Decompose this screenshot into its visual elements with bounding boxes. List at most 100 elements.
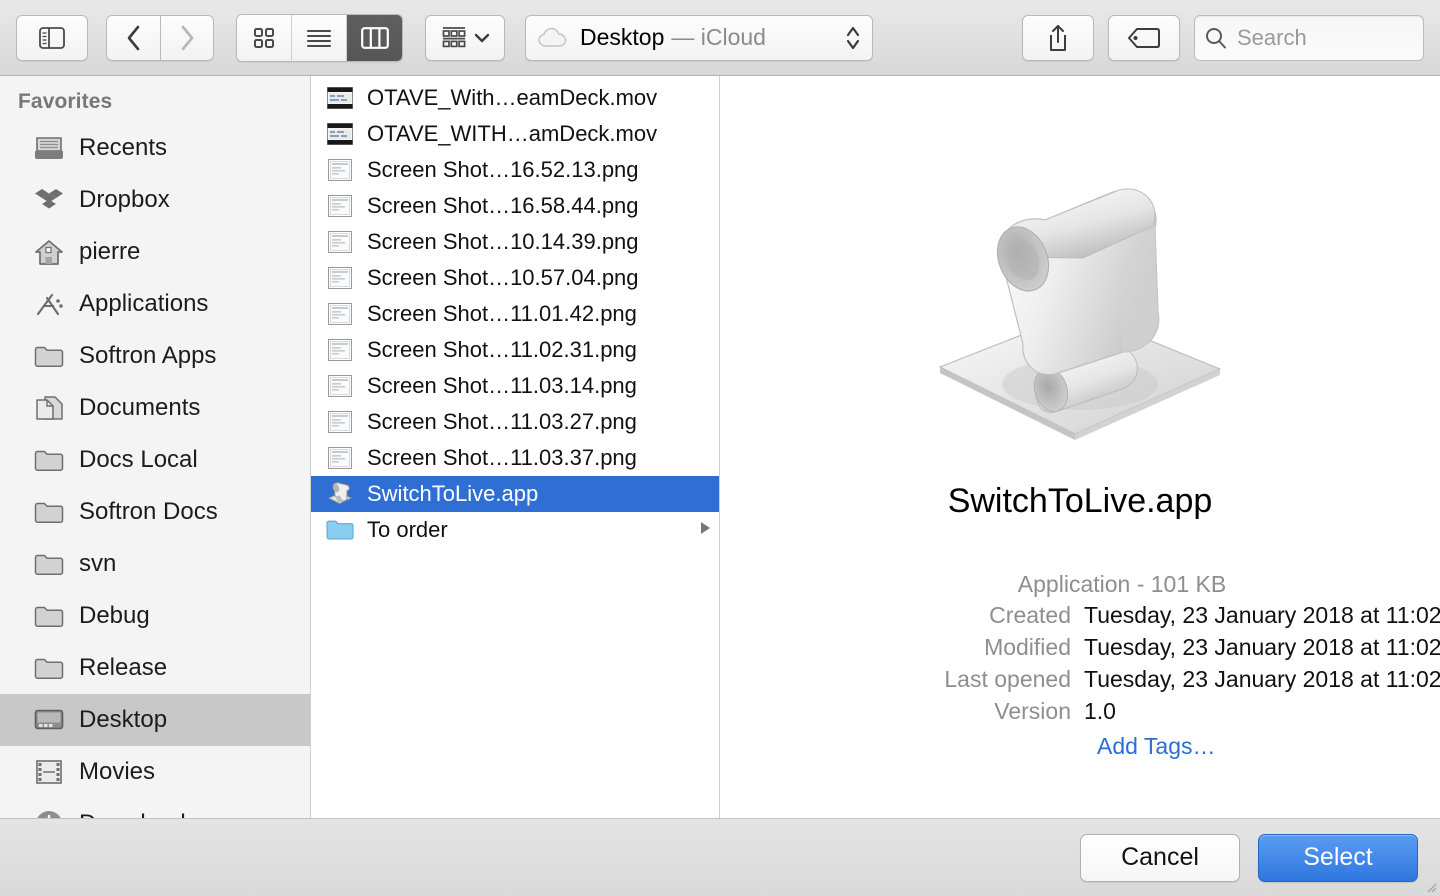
dropbox-icon — [32, 187, 66, 213]
metadata-value: Tuesday, 23 January 2018 at 11:02 — [1084, 602, 1440, 628]
location-popup-button[interactable]: Desktop — iCloud — [525, 14, 873, 61]
preview-pane: SwitchToLive.app Application - 101 KB Cr… — [720, 76, 1440, 818]
file-list-item-name: Screen Shot…11.03.14.png — [367, 373, 637, 398]
file-list-item[interactable]: Screen Shot…10.14.39.png — [311, 224, 719, 260]
file-list-item[interactable]: Screen Shot…11.03.37.png — [311, 440, 719, 476]
dialog-button-bar: Cancel Select — [0, 818, 1440, 896]
sidebar: Favorites Recents Dropbox pierre Applicatio… — [0, 76, 311, 818]
sidebar-item-svn[interactable]: svn — [0, 538, 310, 590]
applescript-applet-icon-large — [938, 188, 1222, 440]
window-body: Favorites Recents Dropbox pierre Applicatio… — [0, 76, 1440, 818]
metadata-row: Last opened Tuesday, 23 January 2018 at 1… — [744, 666, 1440, 693]
applications-icon — [32, 291, 66, 318]
movies-icon — [32, 759, 66, 785]
sidebar-item-release[interactable]: Release — [0, 642, 310, 694]
columns-icon — [360, 26, 389, 49]
sidebar-item-softron-apps[interactable]: Softron Apps — [0, 330, 310, 382]
file-list-item[interactable]: Screen Shot…10.57.04.png — [311, 260, 719, 296]
metadata-key: Created — [989, 602, 1071, 628]
file-list-item-name: Screen Shot…10.57.04.png — [367, 265, 639, 290]
metadata-key: Version — [994, 698, 1071, 724]
applescript-applet-icon — [325, 481, 355, 507]
share-button[interactable] — [1022, 14, 1094, 61]
view-mode-list-button[interactable] — [292, 14, 347, 61]
sidebar-item-label: Docs Local — [79, 446, 198, 473]
folder-icon — [32, 344, 66, 368]
add-tags-link[interactable]: Add Tags… — [1097, 733, 1416, 760]
icloud-cloud-icon — [538, 27, 567, 47]
sidebar-item-documents[interactable]: Documents — [0, 382, 310, 434]
file-list-item[interactable]: Screen Shot…16.58.44.png — [311, 188, 719, 224]
sidebar-item-softron-docs[interactable]: Softron Docs — [0, 486, 310, 538]
search-field[interactable] — [1194, 14, 1424, 61]
recents-icon — [32, 135, 66, 161]
metadata-row: Modified Tuesday, 23 January 2018 at 11:0… — [744, 634, 1440, 661]
file-list-item[interactable]: Screen Shot…11.02.31.png — [311, 332, 719, 368]
sidebar-item-debug[interactable]: Debug — [0, 590, 310, 642]
toolbar-right-group — [1022, 14, 1424, 61]
downloads-icon — [32, 809, 66, 818]
sidebar-item-movies[interactable]: Movies — [0, 746, 310, 798]
sidebar-item-recents[interactable]: Recents — [0, 122, 310, 174]
file-list-item[interactable]: OTAVE_WITH…amDeck.mov — [311, 116, 719, 152]
cancel-button[interactable]: Cancel — [1080, 833, 1240, 882]
sidebar-item-label: svn — [79, 550, 117, 577]
documents-icon — [32, 395, 66, 421]
preview-kind-and-size: Application - 101 KB — [1017, 571, 1227, 597]
preview-metadata-rows: Created Tuesday, 23 January 2018 at 11:02… — [744, 602, 1440, 725]
grid-icon — [254, 27, 274, 48]
search-input[interactable] — [1237, 24, 1397, 51]
file-list-item-name: SwitchToLive.app — [367, 481, 539, 506]
sidebar-item-applications[interactable]: Applications — [0, 278, 310, 330]
preview-metadata: Application - 101 KB Created Tuesday, 23 … — [720, 571, 1440, 760]
select-button[interactable]: Select — [1258, 833, 1418, 882]
file-list-item[interactable]: SwitchToLive.app — [311, 476, 719, 512]
file-list-item[interactable]: OTAVE_With…eamDeck.mov — [311, 80, 719, 116]
search-icon — [1206, 27, 1226, 48]
sidebar-item-label: Release — [79, 654, 168, 681]
tags-button[interactable] — [1108, 14, 1180, 61]
view-mode-column-button[interactable] — [347, 14, 402, 61]
file-list-item[interactable]: Screen Shot…11.03.27.png — [311, 404, 719, 440]
sidebar-item-label: Desktop — [79, 706, 168, 733]
sidebar-section-header: Favorites — [18, 90, 113, 113]
view-mode-icon-button[interactable] — [237, 14, 292, 61]
resize-grip-icon[interactable] — [1423, 879, 1437, 893]
image-thumbnail — [325, 447, 355, 469]
home-icon — [32, 239, 66, 266]
file-list-item-name: Screen Shot…11.03.27.png — [367, 409, 637, 434]
folder-icon — [32, 656, 66, 680]
image-thumbnail — [325, 231, 355, 253]
sidebar-toggle-button[interactable] — [16, 14, 88, 61]
file-list-item-name: OTAVE_With…eamDeck.mov — [367, 85, 658, 110]
sidebar-item-dropbox[interactable]: Dropbox — [0, 174, 310, 226]
file-list-item[interactable]: Screen Shot…16.52.13.png — [311, 152, 719, 188]
file-list-item[interactable]: Screen Shot…11.01.42.png — [311, 296, 719, 332]
sidebar-item-label: Dropbox — [79, 186, 170, 213]
up-down-stepper-icon — [846, 26, 860, 49]
chevron-left-icon — [127, 25, 139, 50]
forward-button[interactable] — [160, 14, 214, 61]
movie-thumbnail — [325, 123, 355, 145]
sidebar-item-pierre[interactable]: pierre — [0, 226, 310, 278]
folder-icon — [32, 448, 66, 472]
sidebar-item-desktop[interactable]: Desktop — [0, 694, 310, 746]
arrange-button[interactable] — [425, 14, 505, 61]
desktop-icon — [32, 708, 66, 732]
preview-file-title: SwitchToLive.app — [947, 482, 1213, 520]
file-list-item[interactable]: Screen Shot…11.03.14.png — [311, 368, 719, 404]
file-list-item-name: Screen Shot…16.52.13.png — [367, 157, 639, 182]
sidebar-item-docs-local[interactable]: Docs Local — [0, 434, 310, 486]
image-thumbnail — [325, 375, 355, 397]
view-mode-segmented-control — [236, 13, 403, 62]
file-list-item[interactable]: To order — [311, 512, 719, 548]
file-list-item-name: OTAVE_WITH…amDeck.mov — [367, 121, 658, 146]
chevron-down-icon — [474, 33, 489, 42]
arrange-grid-icon — [442, 26, 465, 47]
image-thumbnail — [325, 339, 355, 361]
sidebar-item-downloads[interactable]: Downloads — [0, 798, 310, 818]
metadata-row: Version 1.0 — [744, 698, 1416, 725]
back-button[interactable] — [106, 14, 160, 61]
image-thumbnail — [325, 159, 355, 181]
file-browser-column: OTAVE_With…eamDeck.mov OTAVE_WITH…amDeck.… — [311, 76, 720, 818]
